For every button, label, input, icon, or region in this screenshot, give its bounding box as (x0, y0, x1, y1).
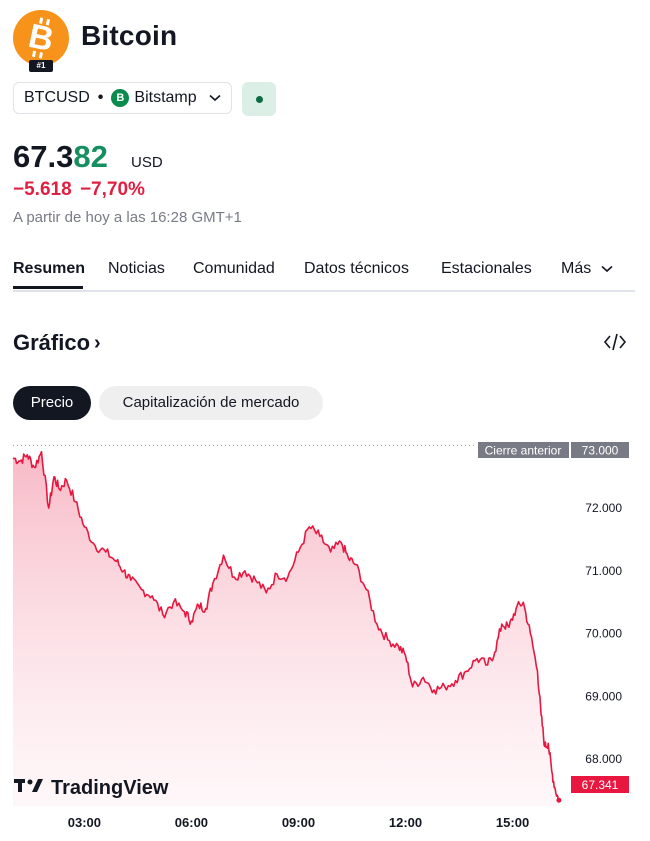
y-axis-tick-label: 70.000 (585, 627, 622, 641)
previous-close-value: 73.000 (582, 444, 619, 458)
market-status-button[interactable] (242, 82, 276, 116)
bitstamp-icon: B (111, 89, 130, 107)
price-currency: USD (131, 154, 163, 171)
chevron-down-icon (601, 265, 613, 272)
price-change: −5.618 −7,70% (13, 179, 145, 201)
previous-close-label: Cierre anterior (485, 444, 562, 458)
last-price-tag: 67.341 (571, 776, 629, 793)
price-highlight: 82 (73, 139, 108, 174)
page-title: Bitcoin (81, 20, 178, 51)
rank-badge: #1 (29, 60, 53, 72)
last-price-value: 67.341 (582, 778, 619, 792)
previous-close-tag: Cierre anterior 73.000 (478, 442, 629, 458)
price-toggle-button[interactable]: Precio (13, 386, 91, 420)
price-main: 67.3 (13, 139, 74, 174)
chevron-down-icon (209, 94, 221, 102)
tab-mas[interactable]: Más (561, 260, 613, 278)
tradingview-wordmark: TradingView (51, 777, 169, 799)
tab-datos-tecnicos[interactable]: Datos técnicos (304, 260, 409, 278)
change-absolute: −5.618 (13, 179, 72, 200)
symbol-selector[interactable]: BTCUSD • B Bitstamp (13, 82, 232, 114)
symbol-label: BTCUSD (24, 89, 90, 106)
tab-bar: Resumen Noticias Comunidad Datos técnico… (13, 260, 635, 292)
last-price-point (556, 797, 562, 803)
price-area-fill (13, 451, 559, 806)
x-axis-tick-label: 09:00 (282, 815, 315, 830)
change-percent: −7,70% (79, 179, 145, 200)
tab-resumen[interactable]: Resumen (13, 260, 85, 278)
separator-dot: • (97, 89, 104, 106)
y-axis-tick-label: 71.000 (585, 564, 622, 578)
market-cap-toggle-button[interactable]: Capitalización de mercado (99, 386, 323, 420)
chevron-right-icon[interactable]: › (94, 332, 101, 355)
y-axis-tick-label: 69.000 (585, 689, 622, 703)
exchange-label: Bitstamp (134, 89, 197, 106)
tab-estacionales[interactable]: Estacionales (441, 260, 532, 278)
active-tab-indicator (13, 286, 83, 289)
y-axis-tick-label: 72.000 (585, 501, 622, 515)
tab-comunidad[interactable]: Comunidad (193, 260, 275, 278)
bitcoin-logo-icon: B (13, 10, 69, 66)
price-chart[interactable]: 72.000 71.000 70.000 69.000 68.000 03:00 06:0… (0, 436, 650, 841)
price-value: 67.382 (13, 139, 108, 175)
tab-noticias[interactable]: Noticias (108, 260, 165, 278)
x-axis-tick-label: 12:00 (389, 815, 422, 830)
market-open-dot-icon (256, 96, 263, 103)
code-embed-icon[interactable] (603, 331, 627, 353)
x-axis-tick-label: 15:00 (496, 815, 529, 830)
chart-section-title[interactable]: Gráfico (13, 330, 90, 356)
tab-mas-label: Más (561, 260, 592, 277)
y-axis-tick-label: 68.000 (585, 752, 622, 766)
x-axis-tick-label: 03:00 (68, 815, 101, 830)
x-axis-tick-label: 06:00 (175, 815, 208, 830)
price-timestamp: A partir de hoy a las 16:28 GMT+1 (13, 209, 242, 226)
